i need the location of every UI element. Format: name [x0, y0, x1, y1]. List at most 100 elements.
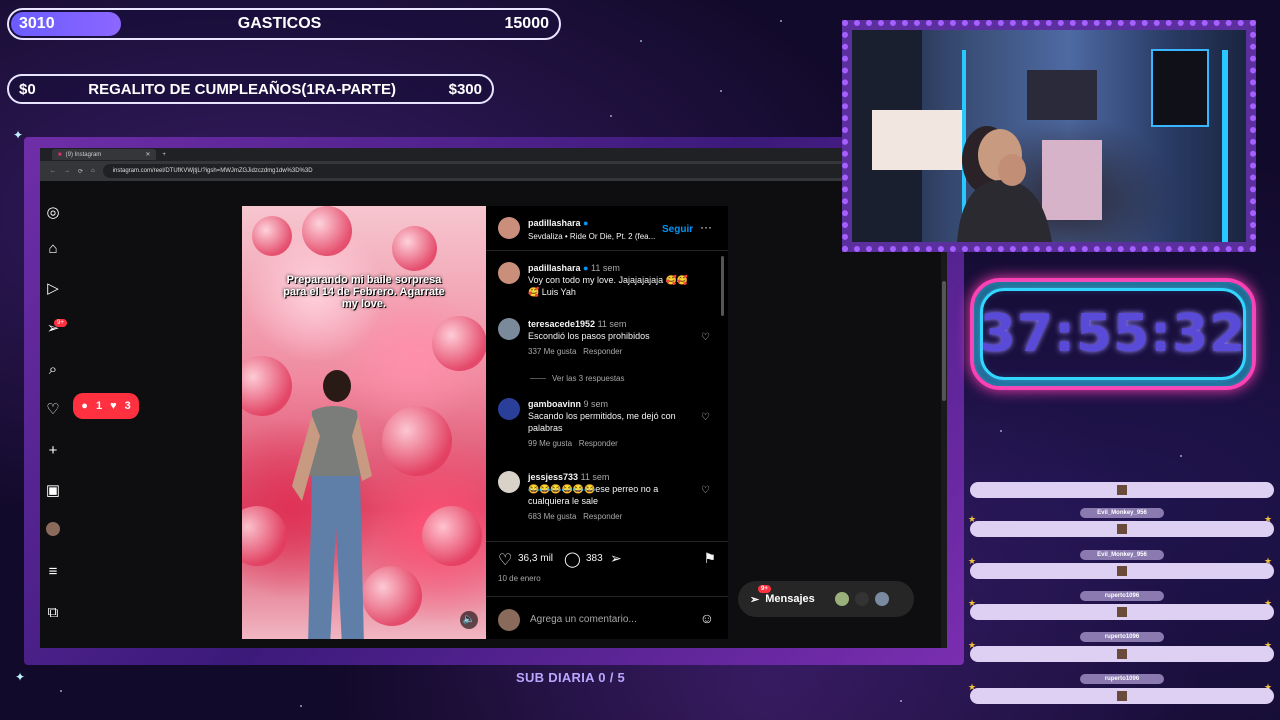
- verified-icon: ●: [583, 218, 589, 228]
- comment-text: 😂😂😂😂😂😂ese perreo no a cualquiera le sale: [528, 484, 659, 506]
- event-thumbnail: [1117, 607, 1127, 617]
- add-comment-bar: Agrega un comentario... ☺: [486, 596, 728, 639]
- reel-overlay-caption: Preparando mi baile sorpresa para el 14 …: [283, 274, 445, 310]
- verified-icon: ●: [583, 263, 589, 273]
- dashboard-icon[interactable]: ▣: [44, 482, 62, 500]
- url-field[interactable]: instagram.com/reel/DTUfKVWjtjL/?igsh=MWJ…: [102, 164, 937, 178]
- timer-value: 37:55:32: [979, 304, 1247, 364]
- comments-panel: padillashara ● Sevdaliza • Ride Or Die, …: [486, 206, 728, 639]
- event-thumbnail: [1117, 485, 1127, 495]
- comment-bubble-icon: ●: [81, 400, 88, 412]
- popup-comment-count: 1: [95, 400, 103, 412]
- webcam-feed: [852, 30, 1246, 242]
- add-comment-input[interactable]: Agrega un comentario...: [530, 614, 637, 625]
- home-icon[interactable]: ⌂: [91, 168, 95, 174]
- more-options-icon[interactable]: ···: [700, 220, 712, 234]
- goal-target: 15000: [504, 15, 550, 32]
- messages-button[interactable]: ➢ 9+ Mensajes: [738, 581, 914, 617]
- notifications-heart-icon[interactable]: ♡: [44, 401, 62, 419]
- create-icon[interactable]: +: [44, 442, 62, 460]
- event-username: Evil_Monkey_956: [1080, 508, 1164, 518]
- comment-username[interactable]: gamboavinn: [528, 399, 581, 409]
- comment-likes[interactable]: 683 Me gusta: [528, 512, 576, 521]
- sparkle-icon: ✦: [15, 670, 26, 684]
- reply-link[interactable]: Responder: [579, 439, 618, 448]
- event-username: ruperto1096: [1080, 632, 1164, 642]
- comment-icon[interactable]: ◯: [564, 550, 581, 568]
- comment-time: 11 sem: [597, 319, 627, 329]
- reply-link[interactable]: Responder: [583, 512, 622, 521]
- comment-likes[interactable]: 99 Me gusta: [528, 439, 572, 448]
- commenter-avatar[interactable]: [498, 398, 520, 420]
- share-icon[interactable]: ➢: [610, 550, 622, 567]
- like-comment-icon[interactable]: ♡: [701, 485, 710, 496]
- audio-track[interactable]: Sevdaliza • Ride Or Die, Pt. 2 (fea...: [528, 232, 655, 241]
- reply-link[interactable]: Responder: [583, 347, 622, 356]
- event-thumbnail: [1117, 566, 1127, 576]
- comment-likes[interactable]: 337 Me gusta: [528, 347, 576, 356]
- new-tab-icon[interactable]: +: [162, 152, 166, 158]
- also-from-meta-icon[interactable]: ⧉: [44, 604, 62, 622]
- event-username: ruperto1096: [1080, 591, 1164, 601]
- gift-goal-target: $300: [448, 80, 482, 98]
- contact-avatar: [874, 592, 889, 606]
- messages-label: Mensajes: [765, 593, 815, 605]
- goal-current: 3010: [19, 15, 55, 32]
- save-bookmark-icon[interactable]: ⚑: [703, 550, 716, 567]
- post-actions: ♡ 36,3 mil ◯ 383 ➢ ⚑ 10 de enero: [486, 541, 728, 593]
- commenter-avatar[interactable]: [498, 471, 520, 493]
- comment-time: 11 sem: [591, 263, 620, 273]
- reel-video[interactable]: Preparando mi baile sorpresa para el 14 …: [242, 206, 486, 639]
- emoji-icon[interactable]: ☺: [700, 610, 714, 626]
- direct-messages-icon: ➢: [750, 593, 760, 606]
- instagram-logo-icon[interactable]: ◎: [44, 204, 62, 222]
- mute-icon[interactable]: 🔈: [460, 611, 478, 629]
- browser-tab[interactable]: ■ (9) Instagram ✕: [52, 149, 157, 160]
- gift-goal-current: $0: [19, 80, 36, 98]
- comment-username[interactable]: teresacede1952: [528, 319, 595, 329]
- forward-icon[interactable]: →: [64, 168, 70, 174]
- sparkle-icon: ✦: [13, 128, 24, 142]
- comment-username[interactable]: padillashara: [528, 263, 581, 273]
- follow-button[interactable]: Seguir: [662, 224, 693, 235]
- like-comment-icon[interactable]: ♡: [701, 332, 710, 343]
- messages-badge: 9+: [758, 585, 771, 593]
- back-icon[interactable]: ←: [50, 168, 56, 174]
- gift-goal-title: REGALITO DE CUMPLEAÑOS(1RA-PARTE): [88, 80, 397, 98]
- tab-strip: ■ (9) Instagram ✕ +: [40, 148, 947, 161]
- tab-title: (9) Instagram: [65, 151, 102, 158]
- scrollbar-thumb[interactable]: [942, 281, 946, 401]
- menu-icon[interactable]: ≡: [44, 563, 62, 581]
- gasticos-goal-bar: 3010 GASTICOS 15000: [7, 8, 561, 40]
- dancer-figure: [292, 370, 372, 639]
- like-icon[interactable]: ♡: [498, 550, 512, 570]
- comments-scrollbar[interactable]: [721, 256, 724, 316]
- event-username: Evil_Monkey_956: [1080, 550, 1164, 560]
- instagram-nav: ◎ ⌂ ▷ ➢ 9+ ⌕ ♡ + ▣ ≡ ⧉: [40, 181, 70, 648]
- webcam-frame: [842, 20, 1256, 252]
- reload-icon[interactable]: ⟳: [78, 168, 83, 175]
- goal-title: GASTICOS: [237, 15, 322, 32]
- author-avatar[interactable]: [498, 217, 520, 239]
- comment-username[interactable]: jessjess733: [528, 472, 578, 482]
- author-username[interactable]: padillashara: [528, 218, 581, 228]
- daily-sub-goal: SUB DIARIA 0 / 5: [516, 670, 626, 685]
- url-text: instagram.com/reel/DTUfKVWjtjL/?igsh=MWJ…: [112, 168, 313, 174]
- webcam-scene: [852, 30, 1228, 242]
- profile-avatar[interactable]: [44, 522, 62, 540]
- activity-popup[interactable]: ● 1 ♥ 3: [73, 393, 139, 419]
- post-header: padillashara ● Sevdaliza • Ride Or Die, …: [486, 206, 728, 251]
- view-replies-link[interactable]: Ver las 3 respuestas: [530, 374, 624, 383]
- comment-time: 9 sem: [583, 399, 609, 409]
- like-comment-icon[interactable]: ♡: [701, 412, 710, 423]
- event-thumbnail: [1117, 649, 1127, 659]
- home-icon[interactable]: ⌂: [44, 240, 62, 258]
- commenter-avatar[interactable]: [498, 318, 520, 340]
- close-icon[interactable]: ✕: [145, 151, 150, 158]
- likes-count[interactable]: 36,3 mil: [518, 553, 553, 564]
- reels-icon[interactable]: ▷: [44, 280, 62, 298]
- post-date: 10 de enero: [498, 574, 541, 583]
- search-icon[interactable]: ⌕: [44, 361, 62, 379]
- commenter-avatar[interactable]: [498, 262, 520, 284]
- nav-notification-badge: 9+: [54, 319, 67, 327]
